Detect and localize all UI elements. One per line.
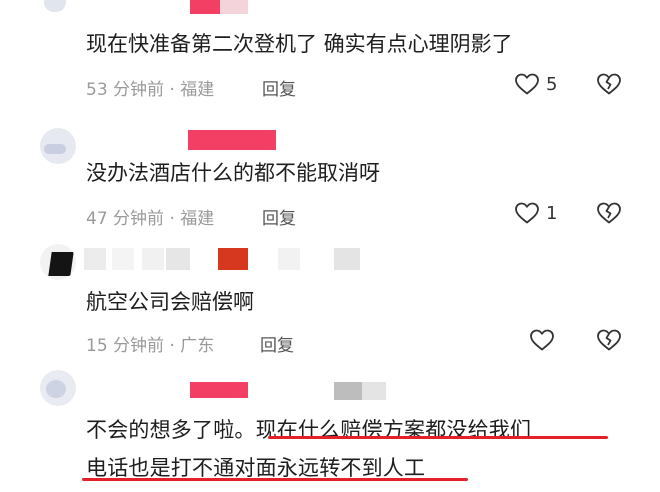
redacted-username bbox=[278, 248, 300, 270]
comment-meta: 47 分钟前 · 福建 bbox=[86, 204, 214, 229]
comment-location: 福建 bbox=[180, 209, 215, 229]
redacted-username bbox=[188, 130, 276, 150]
comment-meta: 15 分钟前 · 广东 bbox=[86, 331, 214, 356]
broken-heart-icon bbox=[596, 329, 622, 356]
meta-separator: · bbox=[164, 80, 181, 100]
comment-meta: 53 分钟前 · 福建 bbox=[86, 75, 214, 100]
redacted-username bbox=[334, 248, 360, 270]
comment-location: 福建 bbox=[180, 80, 215, 100]
heart-icon bbox=[529, 328, 555, 352]
redacted-username bbox=[84, 248, 106, 270]
comment-item: 航空公司会赔偿啊 15 分钟前 · 广东 回复 bbox=[0, 240, 660, 370]
like-button[interactable]: 5 bbox=[514, 72, 557, 96]
highlight-underline bbox=[82, 478, 468, 481]
reply-button[interactable]: 回复 bbox=[262, 75, 296, 100]
comment-text: 没办法酒店什么的都不能取消呀 bbox=[86, 161, 380, 185]
avatar[interactable] bbox=[44, 0, 66, 12]
redacted-username bbox=[362, 382, 386, 400]
broken-heart-icon bbox=[596, 202, 622, 229]
reply-button[interactable]: 回复 bbox=[262, 204, 296, 229]
highlight-underline bbox=[268, 436, 608, 439]
redacted-username bbox=[334, 382, 362, 400]
redacted-username bbox=[190, 382, 248, 398]
meta-separator: · bbox=[164, 336, 181, 356]
like-count: 5 bbox=[546, 73, 558, 95]
avatar[interactable] bbox=[40, 128, 76, 164]
heart-icon bbox=[514, 72, 540, 96]
like-count: 1 bbox=[546, 202, 558, 224]
dislike-button[interactable] bbox=[596, 328, 622, 356]
comment-time: 15 分钟前 bbox=[86, 336, 165, 356]
reply-button[interactable]: 回复 bbox=[260, 331, 294, 356]
comment-item: 不会的想多了啦。现在什么赔偿方案都没给我们 电话也是打不通对面永远转不到人工 bbox=[0, 370, 660, 492]
comment-text: 现在快准备第二次登机了 确实有点心理阴影了 bbox=[86, 32, 513, 56]
comment-item: 现在快准备第二次登机了 确实有点心理阴影了 53 分钟前 · 福建 回复 5 bbox=[0, 0, 660, 110]
redacted-username bbox=[166, 248, 190, 270]
heart-icon bbox=[514, 201, 540, 225]
redacted-username bbox=[218, 248, 248, 270]
like-button[interactable] bbox=[529, 328, 555, 352]
comment-item: 没办法酒店什么的都不能取消呀 47 分钟前 · 福建 回复 1 bbox=[0, 120, 660, 240]
redacted-username bbox=[112, 248, 134, 270]
dislike-button[interactable] bbox=[596, 201, 622, 229]
like-button[interactable]: 1 bbox=[514, 201, 557, 225]
comment-text-line: 不会的想多了啦。现在什么赔偿方案都没给我们 bbox=[86, 418, 532, 442]
broken-heart-icon bbox=[596, 73, 622, 100]
comment-text: 航空公司会赔偿啊 bbox=[86, 290, 254, 314]
avatar[interactable] bbox=[40, 244, 76, 280]
dislike-button[interactable] bbox=[596, 72, 622, 100]
comment-time: 47 分钟前 bbox=[86, 209, 165, 229]
meta-separator: · bbox=[164, 209, 181, 229]
avatar[interactable] bbox=[40, 370, 76, 406]
redacted-username bbox=[220, 0, 248, 14]
comment-time: 53 分钟前 bbox=[86, 80, 165, 100]
comment-location: 广东 bbox=[180, 336, 215, 356]
redacted-username bbox=[142, 248, 164, 270]
